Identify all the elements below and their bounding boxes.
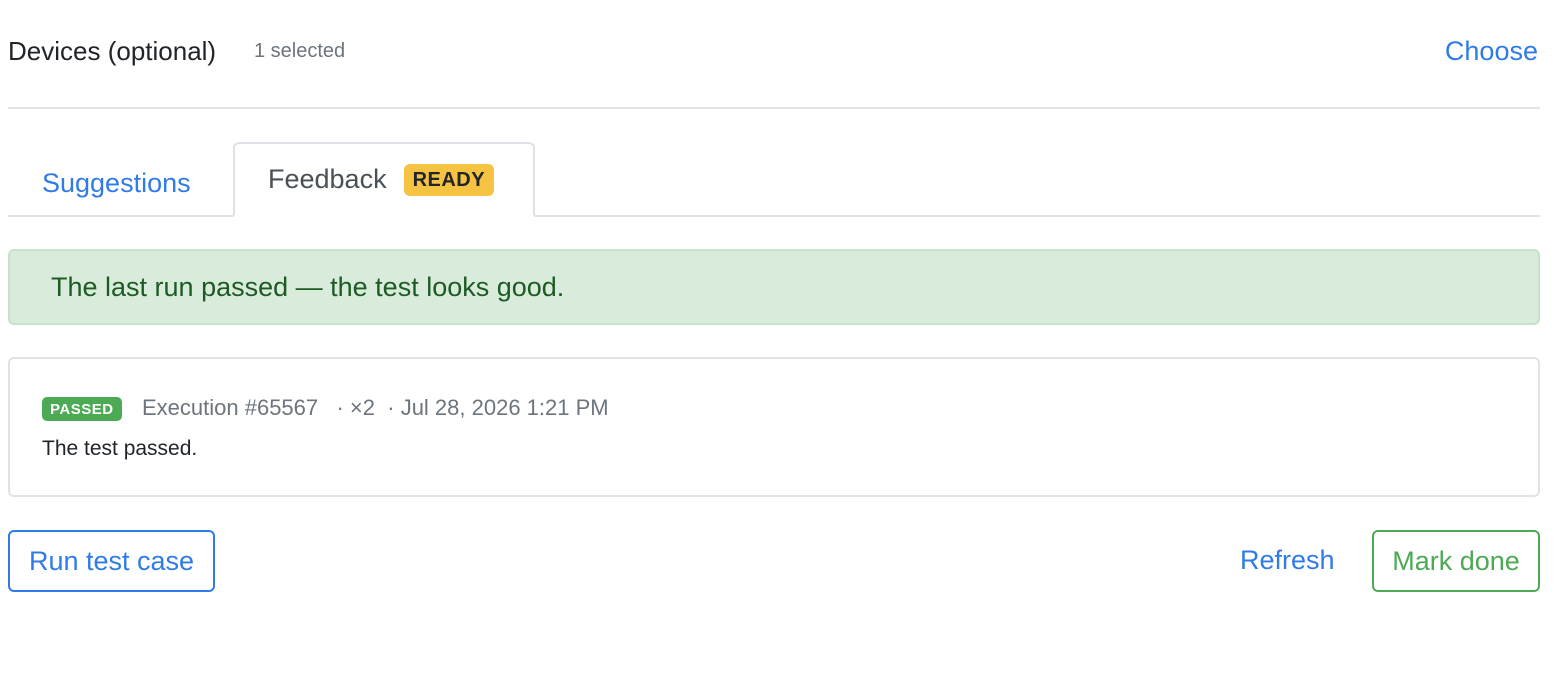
devices-selected-count: 1 selected [254, 40, 346, 62]
tab-suggestions-label: Suggestions [42, 168, 191, 198]
choose-devices-link[interactable]: Choose [1445, 36, 1538, 67]
execution-multiplier: · ×2 [336, 395, 376, 420]
section-divider [8, 107, 1540, 109]
tab-suggestions[interactable]: Suggestions [42, 146, 191, 221]
refresh-link[interactable]: Refresh [1240, 545, 1335, 576]
mark-done-button[interactable]: Mark done [1372, 530, 1540, 592]
execution-card: PASSED Execution #65567 · ×2 · Jul 28, 2… [8, 357, 1540, 497]
success-alert: The last run passed — the test looks goo… [8, 249, 1540, 325]
run-test-case-button[interactable]: Run test case [8, 530, 215, 592]
alert-message: The last run passed — the test looks goo… [51, 271, 565, 302]
tab-feedback[interactable]: Feedback READY [233, 142, 535, 217]
devices-row: Devices (optional) 1 selected Choose [8, 30, 1540, 76]
status-badge: PASSED [42, 397, 122, 421]
execution-timestamp: · Jul 28, 2026 1:21 PM [387, 395, 609, 420]
ready-badge: READY [403, 163, 495, 196]
execution-meta: Execution #65567 · ×2 · Jul 28, 2026 1:2… [142, 395, 609, 421]
tab-bar: Suggestions Feedback READY [8, 142, 1540, 217]
tab-feedback-label: Feedback [268, 164, 387, 194]
execution-message: The test passed. [42, 437, 198, 460]
devices-title: Devices (optional) [8, 36, 217, 66]
execution-id[interactable]: Execution #65567 [142, 395, 318, 420]
